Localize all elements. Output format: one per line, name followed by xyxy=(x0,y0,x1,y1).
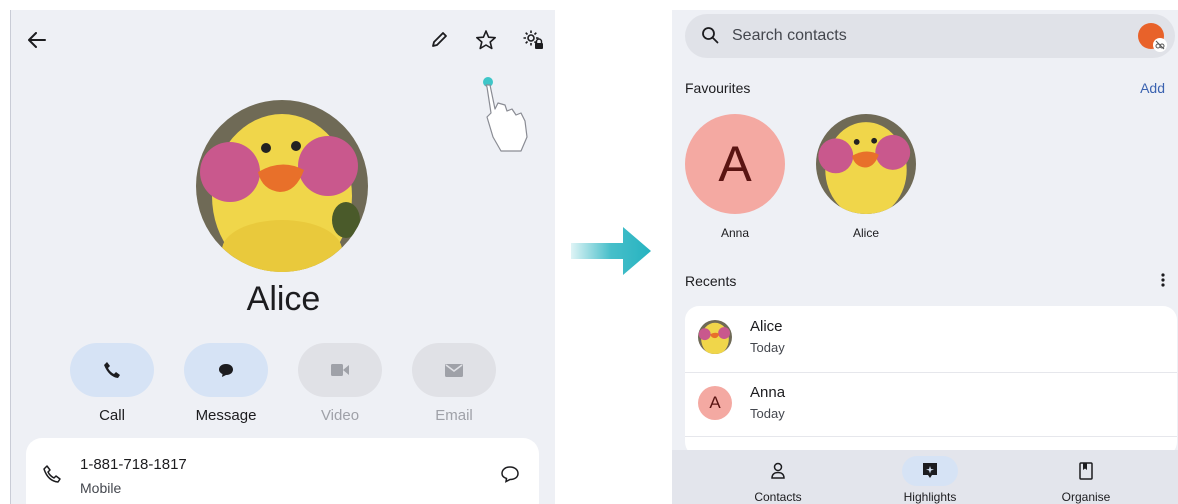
phone-icon xyxy=(104,362,120,378)
message-icon xyxy=(219,364,233,377)
contact-detail-screen: Alice Call Message Video Email 1-881-718… xyxy=(10,10,555,504)
message-button[interactable] xyxy=(184,343,268,397)
nav-label: Organise xyxy=(1061,490,1111,504)
recent-name: Anna xyxy=(750,384,786,401)
call-label: Call xyxy=(99,407,125,424)
favourites-title: Favourites xyxy=(685,80,751,96)
phone-type: Mobile xyxy=(80,480,122,496)
bookmark-icon xyxy=(1058,456,1114,486)
message-action[interactable]: Message xyxy=(184,343,268,424)
favourite-name: Anna xyxy=(720,226,750,240)
person-icon xyxy=(750,456,806,486)
recents-list: Alice Today A Anna Today xyxy=(685,306,1177,456)
edit-icon[interactable] xyxy=(427,28,451,52)
phone-number: 1-881-718-1817 xyxy=(80,456,187,473)
video-action: Video xyxy=(298,343,382,424)
recent-item-alice[interactable]: Alice Today xyxy=(685,306,1177,370)
back-arrow-icon[interactable] xyxy=(25,28,49,52)
bottom-navigation: Contacts Highlights Organise xyxy=(672,450,1178,504)
nav-highlights[interactable]: Highlights xyxy=(870,456,990,504)
recent-item-anna[interactable]: A Anna Today xyxy=(685,372,1177,436)
highlights-icon xyxy=(902,456,958,486)
contact-name: Alice xyxy=(246,280,321,318)
call-action[interactable]: Call xyxy=(70,343,154,424)
favourite-anna[interactable]: A Anna xyxy=(685,114,785,240)
alice-avatar xyxy=(816,114,916,214)
recent-name: Alice xyxy=(750,318,783,335)
phone-number-card[interactable]: 1-881-718-1817 Mobile xyxy=(26,438,539,504)
video-icon xyxy=(331,364,349,376)
video-button xyxy=(298,343,382,397)
email-icon xyxy=(445,364,463,377)
search-icon xyxy=(701,26,719,49)
message-label: Message xyxy=(195,407,257,424)
nav-contacts[interactable]: Contacts xyxy=(718,456,838,504)
star-icon[interactable] xyxy=(474,28,498,52)
phone-outline-icon xyxy=(42,464,62,489)
anna-avatar: A xyxy=(685,114,785,214)
profile-avatar[interactable] xyxy=(1138,23,1167,52)
video-label: Video xyxy=(320,407,360,424)
nav-organise[interactable]: Organise xyxy=(1026,456,1146,504)
more-vert-icon[interactable] xyxy=(1160,272,1166,293)
contact-avatar xyxy=(196,100,368,272)
transition-arrow-icon xyxy=(571,225,653,282)
stage: Alice Call Message Video Email 1-881-718… xyxy=(0,0,1178,504)
recent-time: Today xyxy=(750,406,785,421)
email-button xyxy=(412,343,496,397)
recent-time: Today xyxy=(750,340,785,355)
nav-label: Contacts xyxy=(754,490,802,504)
call-button[interactable] xyxy=(70,343,154,397)
recents-title: Recents xyxy=(685,273,737,289)
email-label: Email xyxy=(435,407,473,424)
tap-hand-icon xyxy=(481,73,555,158)
contacts-highlights-screen: Search contacts Favourites Add A Anna Al… xyxy=(672,10,1178,504)
settings-lock-icon[interactable] xyxy=(521,28,545,52)
nav-label: Highlights xyxy=(903,490,957,504)
alice-avatar xyxy=(698,320,732,354)
favourite-alice[interactable]: Alice xyxy=(816,114,916,240)
message-outline-icon[interactable] xyxy=(500,464,520,489)
divider xyxy=(685,436,1177,437)
add-favourite-link[interactable]: Add xyxy=(1140,80,1165,96)
anna-avatar: A xyxy=(698,386,732,420)
favourite-name: Alice xyxy=(852,226,879,240)
incognito-icon xyxy=(1153,38,1167,52)
search-input[interactable]: Search contacts xyxy=(732,27,847,45)
email-action: Email xyxy=(412,343,496,424)
search-bar[interactable]: Search contacts xyxy=(685,14,1175,58)
